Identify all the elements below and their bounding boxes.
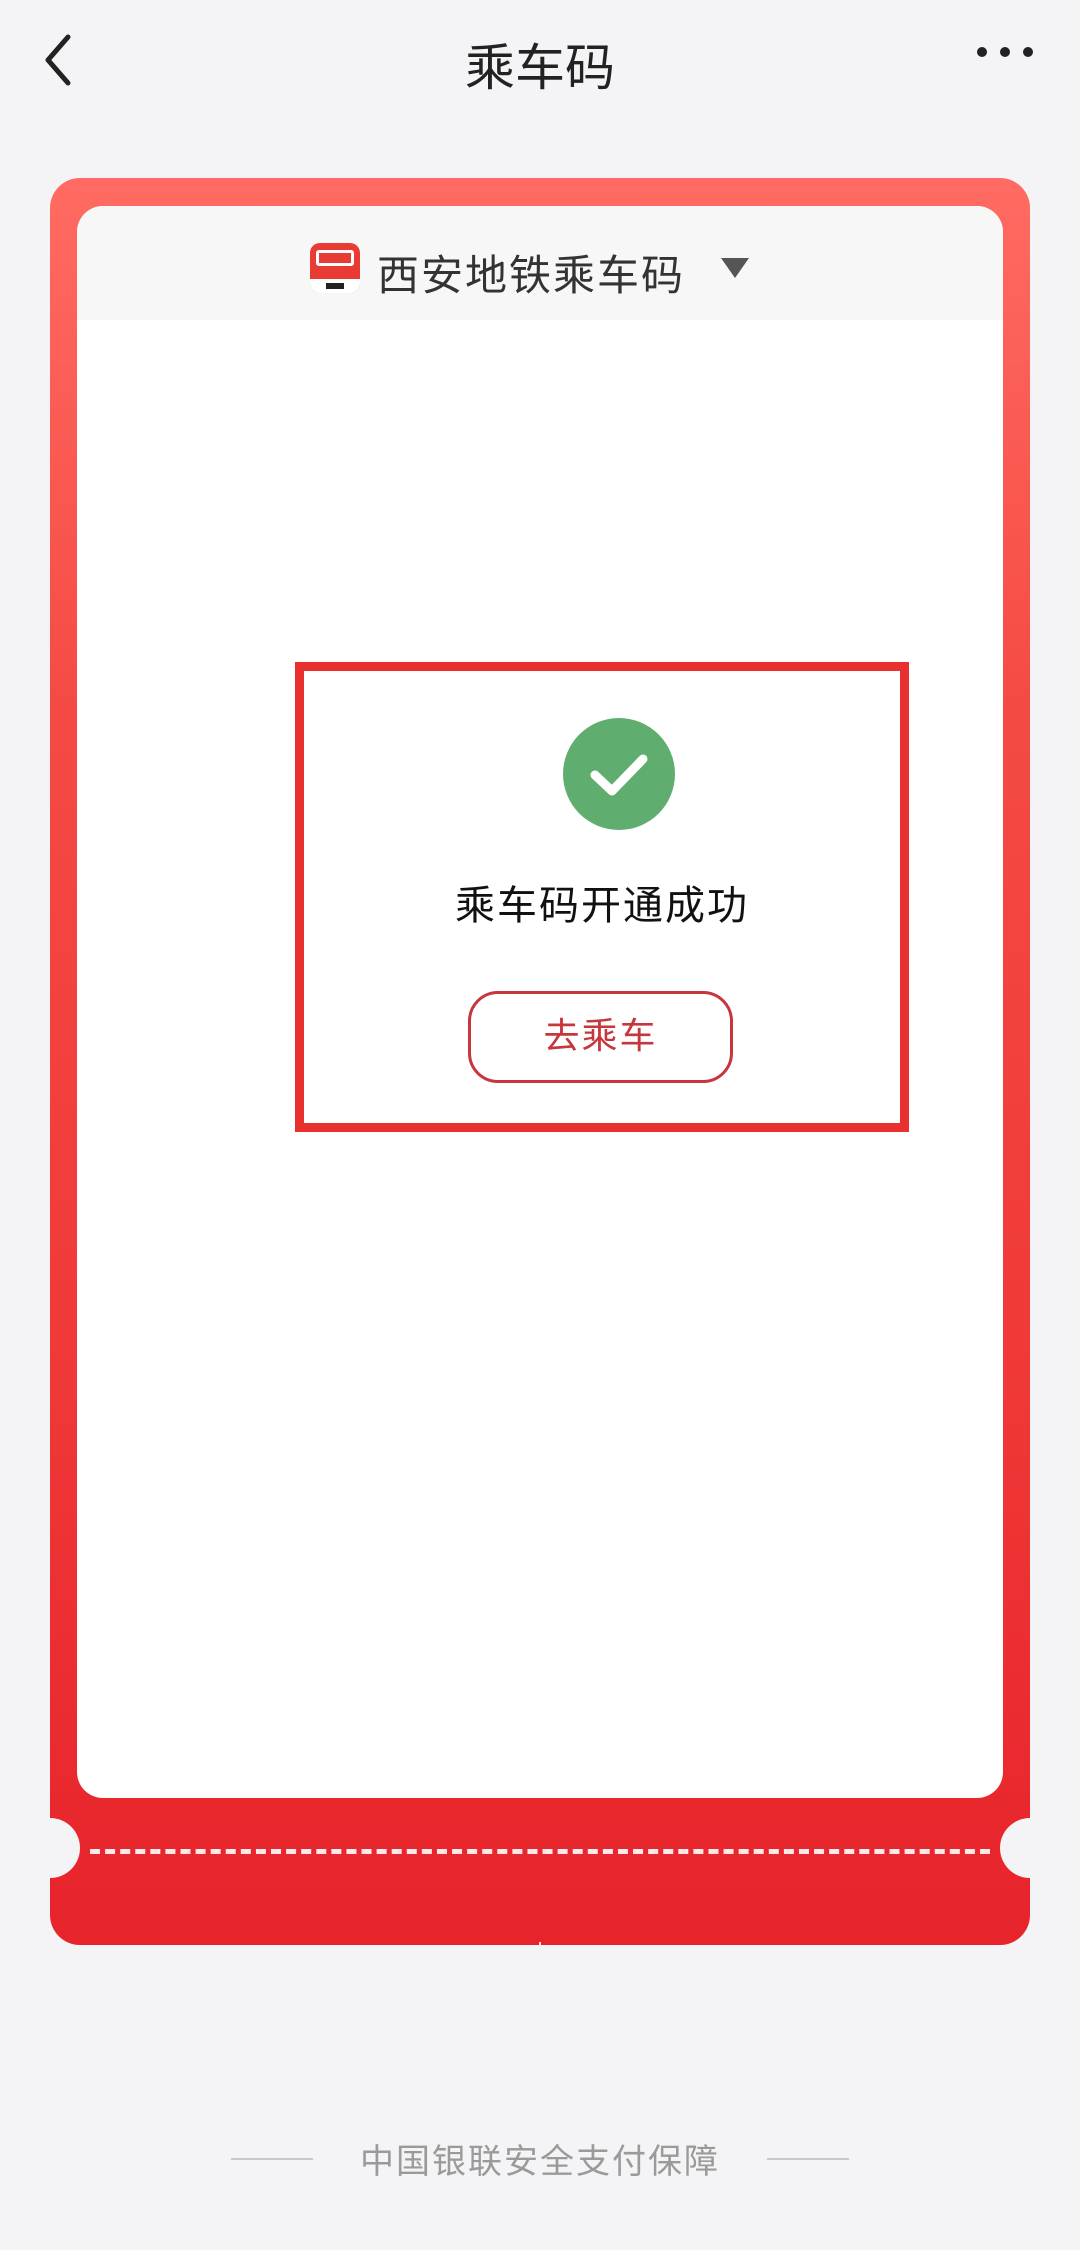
divider-right <box>766 2157 849 2160</box>
top-navigation-bar: 乘车码 <box>0 0 1080 120</box>
guarantee-text: 中国银联安全支付保障 <box>360 2142 720 2182</box>
go-ride-button[interactable]: 去乘车 <box>468 991 733 1083</box>
more-services-link[interactable]: 更多服务 <box>578 1933 754 1945</box>
security-guarantee: 中国银联安全支付保障 <box>0 2134 1080 2183</box>
caret-down-icon <box>721 258 749 278</box>
ticket-notch-right <box>1000 1818 1030 1878</box>
unionpay-app-logo <box>310 243 360 293</box>
chevron-left-icon <box>45 34 71 86</box>
success-message: 乘车码开通成功 <box>455 883 749 929</box>
back-button[interactable] <box>30 25 90 95</box>
page-title: 乘车码 <box>465 39 615 97</box>
divider-left <box>231 2157 314 2160</box>
check-circle-icon <box>563 718 675 830</box>
card-title: 西安地铁乘车码 <box>377 251 686 300</box>
ticket-notch-left <box>50 1818 80 1878</box>
card-header[interactable]: 西安地铁乘车码 <box>77 206 1003 320</box>
ride-records-link[interactable]: 乘车记录 <box>326 1933 502 1945</box>
perforation-line <box>90 1849 990 1854</box>
card-content: 西安地铁乘车码 乘车码开通成功 去乘车 <box>77 206 1003 1798</box>
more-horizontal-icon <box>977 47 1033 57</box>
card-footer-links: 乘车记录 更多服务 <box>50 1933 1030 1945</box>
ride-code-card: 西安地铁乘车码 乘车码开通成功 去乘车 乘车记录 更多服务 <box>50 178 1030 1945</box>
success-panel: 乘车码开通成功 去乘车 <box>295 662 909 1132</box>
more-button[interactable] <box>970 32 1040 72</box>
dropdown-toggle[interactable] <box>717 254 753 282</box>
link-divider <box>539 1941 541 1945</box>
